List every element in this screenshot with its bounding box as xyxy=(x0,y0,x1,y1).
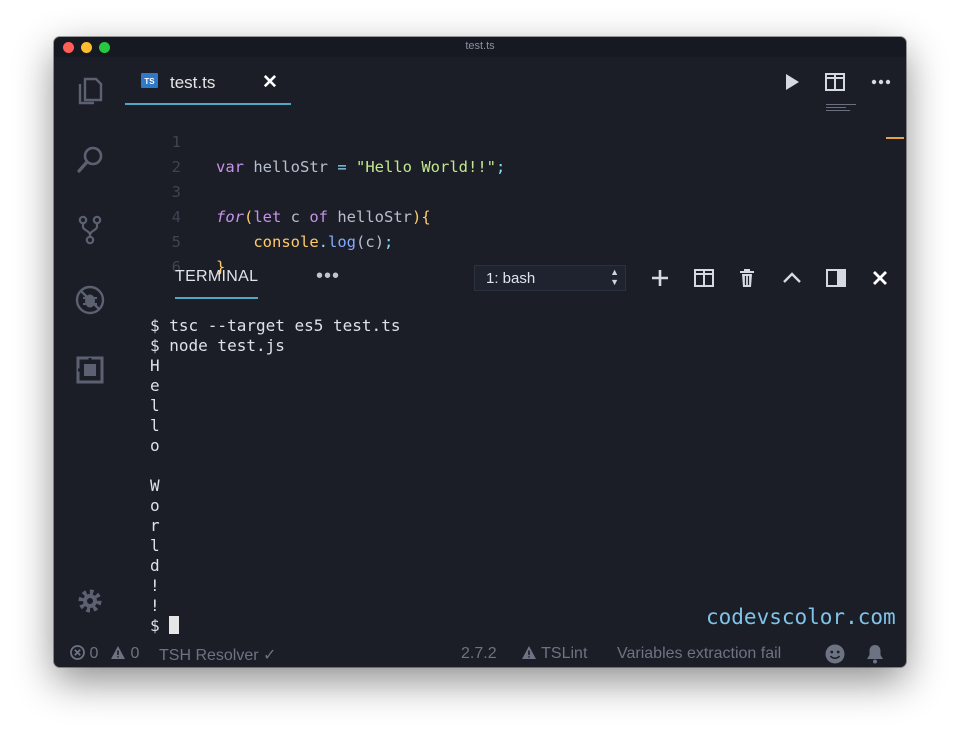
kill-terminal-icon[interactable] xyxy=(736,267,758,289)
active-tab-indicator xyxy=(175,297,258,299)
code-line: 1 var helloStr = "Hello World!!"; xyxy=(125,105,506,176)
code-line: 3 for(let c of helloStr){ xyxy=(125,155,431,226)
code-line: 4 console.log(c); xyxy=(125,180,394,251)
run-icon[interactable] xyxy=(781,71,803,93)
files-icon[interactable] xyxy=(74,75,106,107)
search-icon[interactable] xyxy=(74,144,106,176)
status-message[interactable]: Variables extraction fail xyxy=(617,645,781,663)
terminal-line: H xyxy=(150,356,160,375)
tab-label: test.ts xyxy=(170,73,216,92)
terminal-line: r xyxy=(150,516,160,535)
terminal-line: l xyxy=(150,396,160,415)
tslint-warning-icon xyxy=(522,646,536,659)
status-bar: 0 0 TSH Resolver ✓ 2.7.2 TSLint Variable… xyxy=(54,641,906,667)
maximize-panel-icon[interactable] xyxy=(781,267,803,289)
terminal-cursor xyxy=(169,616,180,634)
tab-close-icon[interactable]: ✕ xyxy=(262,71,278,94)
notifications-bell-icon[interactable] xyxy=(866,644,884,667)
panel-header: TERMINAL ••• 1: bash ▲ ▼ xyxy=(125,265,906,301)
terminal-line: l xyxy=(150,536,160,555)
more-actions-icon[interactable] xyxy=(870,71,892,93)
shell-select-value: 1: bash xyxy=(486,270,536,287)
activity-bar xyxy=(54,57,125,647)
editor-window: test.ts TS test.ts ✕ 1 var helloStr = "H… xyxy=(54,37,906,667)
code-editor[interactable]: 1 var helloStr = "Hello World!!"; 2 3 fo… xyxy=(125,105,906,276)
terminal-line: d xyxy=(150,556,160,575)
panel-more-icon[interactable]: ••• xyxy=(316,265,340,288)
error-count: 0 xyxy=(89,645,99,662)
tab-terminal[interactable]: TERMINAL xyxy=(175,268,258,286)
toggle-panel-position-icon[interactable] xyxy=(825,267,847,289)
terminal-output[interactable]: $ tsc --target es5 test.ts $ node test.j… xyxy=(150,316,890,636)
select-arrows-icon: ▲ ▼ xyxy=(610,267,619,287)
warning-count: 0 xyxy=(130,645,140,662)
warning-icon xyxy=(111,646,125,659)
code-line: 6 xyxy=(125,230,181,276)
terminal-line: e xyxy=(150,376,160,395)
tslint-status[interactable]: TSLint xyxy=(521,645,587,663)
terminal-line: W xyxy=(150,476,160,495)
title-bar: test.ts xyxy=(54,37,906,57)
new-terminal-icon[interactable] xyxy=(649,267,671,289)
terminal-line: $ node test.js xyxy=(150,336,285,355)
warnings-status[interactable]: 0 xyxy=(110,645,139,663)
shell-select[interactable]: 1: bash ▲ ▼ xyxy=(474,265,626,291)
tab-test-ts[interactable]: TS test.ts ✕ xyxy=(125,57,291,105)
split-editor-icon[interactable] xyxy=(824,71,846,93)
editor-tab-bar: TS test.ts ✕ xyxy=(125,57,906,105)
code-line: 5 } xyxy=(125,205,226,276)
feedback-smiley-icon[interactable] xyxy=(825,644,845,667)
terminal-prompt: $ xyxy=(150,616,170,635)
error-icon xyxy=(70,645,85,660)
typescript-version[interactable]: 2.7.2 xyxy=(461,645,497,663)
source-control-icon[interactable] xyxy=(74,214,106,246)
watermark: codevscolor.com xyxy=(706,605,896,629)
errors-status[interactable]: 0 xyxy=(70,645,98,663)
typescript-file-icon: TS xyxy=(141,73,158,88)
terminal-line: o xyxy=(150,436,160,455)
terminal-line: $ tsc --target es5 test.ts xyxy=(150,316,401,335)
close-panel-icon[interactable] xyxy=(869,267,891,289)
check-icon: ✓ xyxy=(263,647,277,664)
terminal-line: l xyxy=(150,416,160,435)
extensions-icon[interactable] xyxy=(74,354,106,386)
terminal-line: ! xyxy=(150,576,160,595)
window-title: test.ts xyxy=(465,40,495,52)
settings-gear-icon[interactable] xyxy=(74,585,106,617)
resolver-status[interactable]: TSH Resolver ✓ xyxy=(159,645,276,665)
debug-icon[interactable] xyxy=(74,284,106,316)
split-terminal-icon[interactable] xyxy=(693,267,715,289)
terminal-line: o xyxy=(150,496,160,515)
code-line: 2 xyxy=(125,130,181,176)
